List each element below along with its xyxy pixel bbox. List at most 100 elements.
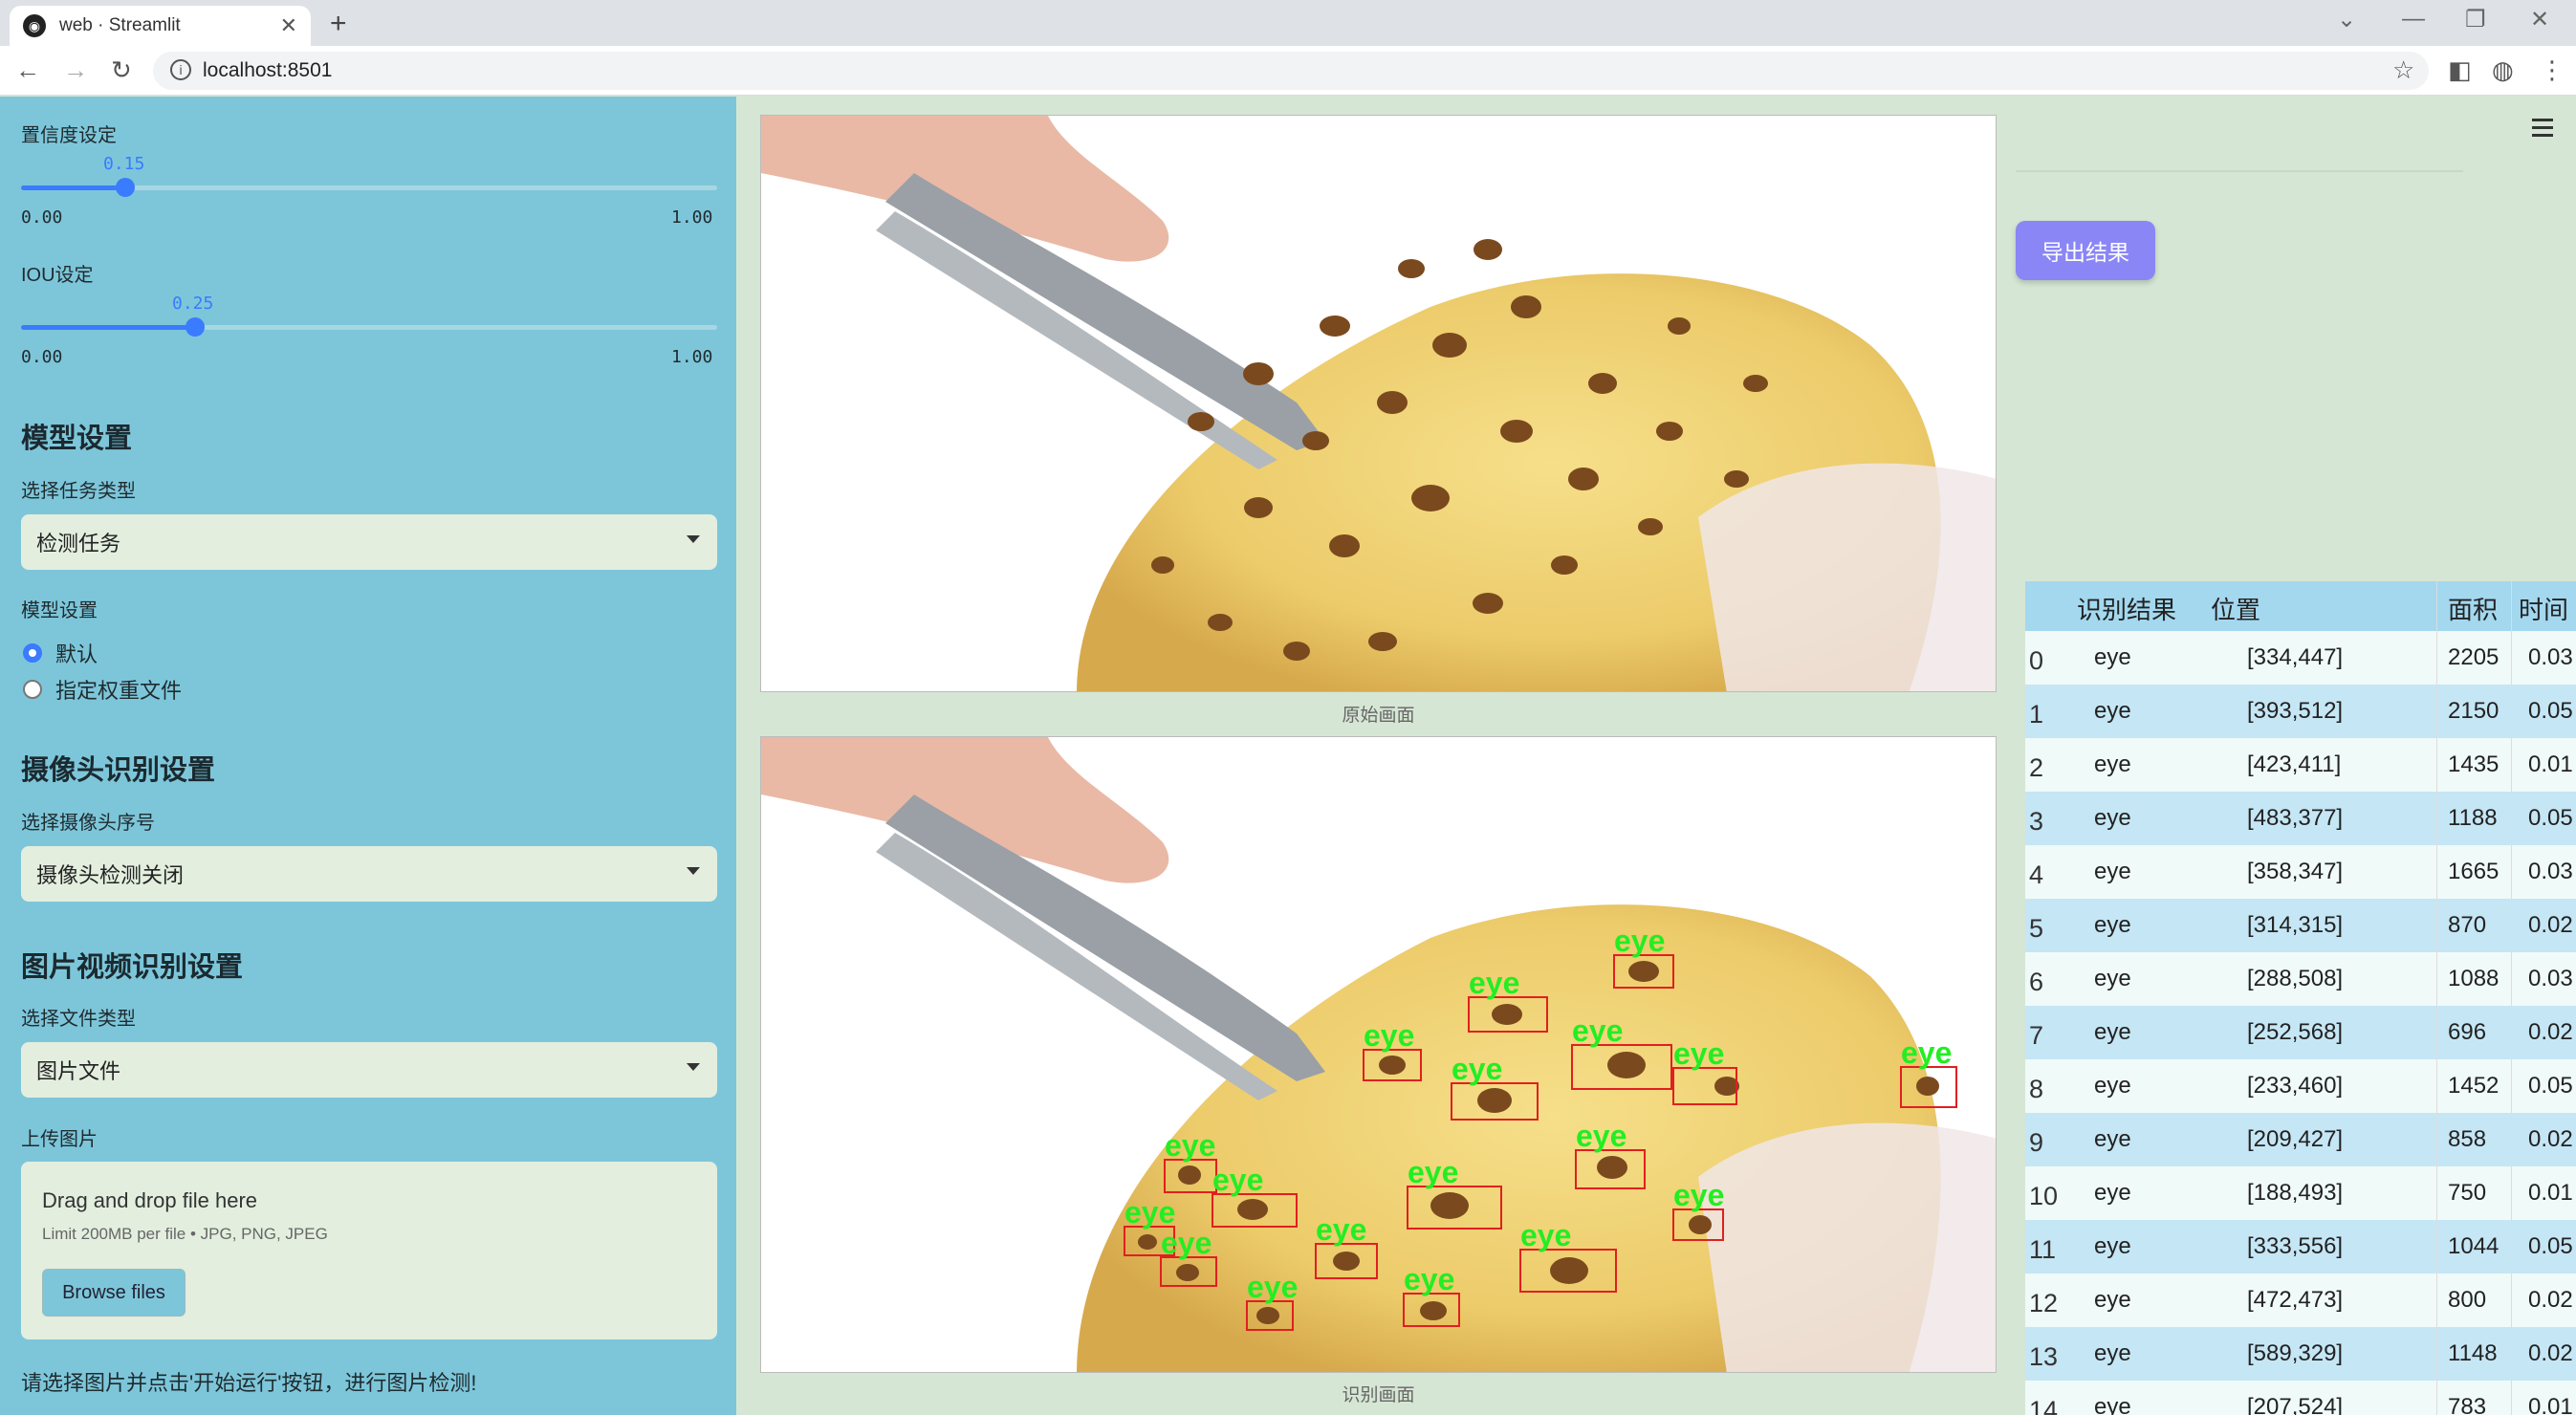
radio-default-label: 默认 — [55, 642, 98, 666]
divider — [2016, 170, 2463, 172]
pineapple-detection-picture: eye eye eye eye eye eye eye eye eye eye … — [761, 737, 1996, 1372]
cell-result: eye — [2094, 1394, 2131, 1415]
radio-default[interactable]: 默认 — [23, 638, 98, 668]
chevron-down-icon — [687, 1063, 700, 1071]
instruction-hint: 请选择图片并点击'开始运行'按钮，进行图片检测! — [21, 1371, 477, 1395]
svg-text:eye: eye — [1165, 1128, 1215, 1163]
svg-text:eye: eye — [1673, 1178, 1724, 1212]
row-index: 12 — [2029, 1289, 2059, 1317]
cell-result: eye — [2094, 751, 2131, 777]
confidence-slider-fill — [21, 185, 125, 190]
iou-min: 0.00 — [21, 347, 63, 367]
confidence-label: 置信度设定 — [21, 125, 117, 146]
svg-text:eye: eye — [1576, 1119, 1626, 1153]
table-row[interactable]: 11 eye [333,556] 1044 0.05 — [2025, 1220, 2576, 1274]
table-row[interactable]: 10 eye [188,493] 750 0.01 — [2025, 1166, 2576, 1220]
table-row[interactable]: 1 eye [393,512] 2150 0.05 — [2025, 685, 2576, 738]
reload-icon[interactable]: ↻ — [111, 55, 132, 85]
cell-area: 1088 — [2448, 966, 2500, 991]
file-uploader-dropzone[interactable]: Drag and drop file here Limit 200MB per … — [21, 1162, 717, 1339]
url-text: localhost:8501 — [203, 59, 333, 81]
browse-files-button[interactable]: Browse files — [42, 1269, 186, 1317]
cell-position: [393,512] — [2247, 698, 2344, 724]
table-row[interactable]: 5 eye [314,315] 870 0.02 — [2025, 899, 2576, 952]
confidence-max: 1.00 — [671, 207, 713, 228]
table-row[interactable]: 8 eye [233,460] 1452 0.05 — [2025, 1059, 2576, 1113]
task-type-select[interactable]: 检测任务 — [21, 514, 717, 570]
cell-time: 0.02 — [2528, 1019, 2573, 1045]
cell-time: 0.01 — [2528, 751, 2573, 777]
streamlit-favicon-icon: ◉ — [23, 14, 46, 37]
table-row[interactable]: 4 eye [358,347] 1665 0.03 — [2025, 845, 2576, 899]
table-row[interactable]: 13 eye [589,329] 1148 0.02 — [2025, 1327, 2576, 1381]
cell-time: 0.02 — [2528, 1126, 2573, 1152]
svg-text:eye: eye — [1124, 1195, 1175, 1230]
cell-area: 1452 — [2448, 1073, 2500, 1099]
table-row[interactable]: 3 eye [483,377] 1188 0.05 — [2025, 792, 2576, 845]
confidence-slider[interactable] — [21, 178, 717, 197]
cell-position: [288,508] — [2247, 966, 2344, 991]
side-panel-icon[interactable]: ◧ — [2448, 55, 2472, 85]
file-type-select[interactable]: 图片文件 — [21, 1042, 717, 1098]
media-settings-heading: 图片视频识别设置 — [21, 952, 244, 983]
table-row[interactable]: 14 eye [207,524] 783 0.01 — [2025, 1381, 2576, 1415]
table-row[interactable]: 9 eye [209,427] 858 0.02 — [2025, 1113, 2576, 1166]
restore-icon[interactable]: ❐ — [2465, 6, 2486, 33]
cell-time: 0.05 — [2528, 1073, 2573, 1099]
table-row[interactable]: 12 eye [472,473] 800 0.02 — [2025, 1274, 2576, 1327]
window-close-icon[interactable]: ✕ — [2530, 6, 2549, 33]
cell-position: [483,377] — [2247, 805, 2344, 831]
iou-max: 1.00 — [671, 347, 713, 367]
minimize-icon[interactable]: — — [2402, 6, 2425, 33]
iou-slider-thumb[interactable] — [186, 317, 205, 337]
cell-position: [358,347] — [2247, 859, 2344, 884]
original-image — [760, 115, 1997, 692]
confidence-slider-thumb[interactable] — [116, 178, 135, 197]
cell-result: eye — [2094, 1287, 2131, 1313]
task-type-value: 检测任务 — [36, 532, 121, 555]
url-field[interactable]: i localhost:8501 — [153, 52, 2429, 90]
svg-text:eye: eye — [1469, 966, 1519, 1000]
row-index: 4 — [2029, 860, 2044, 889]
row-index: 6 — [2029, 968, 2044, 996]
cell-time: 0.02 — [2528, 1287, 2573, 1313]
back-icon[interactable]: ← — [15, 55, 40, 85]
tab-close-icon[interactable]: ✕ — [280, 13, 297, 38]
file-type-value: 图片文件 — [36, 1059, 121, 1083]
table-row[interactable]: 7 eye [252,568] 696 0.02 — [2025, 1006, 2576, 1059]
cell-position: [207,524] — [2247, 1394, 2344, 1415]
row-index: 2 — [2029, 753, 2044, 782]
forward-icon[interactable]: → — [63, 55, 88, 85]
tab-search-chevron-icon[interactable]: ⌄ — [2337, 6, 2356, 33]
site-info-icon[interactable]: i — [170, 59, 191, 80]
bookmark-star-icon[interactable]: ☆ — [2392, 55, 2414, 85]
svg-text:eye: eye — [1161, 1226, 1212, 1260]
camera-index-select[interactable]: 摄像头检测关闭 — [21, 846, 717, 902]
table-row[interactable]: 6 eye [288,508] 1088 0.03 — [2025, 952, 2576, 1006]
cell-time: 0.05 — [2528, 805, 2573, 831]
new-tab-icon[interactable]: + — [330, 8, 347, 40]
cell-time: 0.01 — [2528, 1180, 2573, 1206]
table-row[interactable]: 2 eye [423,411] 1435 0.01 — [2025, 738, 2576, 792]
cell-time: 0.05 — [2528, 698, 2573, 724]
cell-area: 696 — [2448, 1019, 2487, 1045]
export-results-button[interactable]: 导出结果 — [2016, 221, 2155, 280]
browser-tab[interactable]: ◉ web · Streamlit ✕ — [10, 6, 311, 46]
app-menu-icon[interactable] — [2532, 119, 2553, 142]
cell-area: 800 — [2448, 1287, 2487, 1313]
browser-menu-icon[interactable]: ⋮ — [2540, 55, 2565, 85]
cell-result: eye — [2094, 1073, 2131, 1099]
profile-avatar-icon[interactable]: ◍ — [2492, 55, 2514, 85]
cell-position: [333,556] — [2247, 1233, 2344, 1259]
cell-result: eye — [2094, 966, 2131, 991]
cell-position: [472,473] — [2247, 1287, 2344, 1313]
file-type-label: 选择文件类型 — [21, 1009, 136, 1030]
header-time: 时间 — [2519, 596, 2569, 624]
iou-slider[interactable] — [21, 317, 717, 337]
radio-custom-weights[interactable]: 指定权重文件 — [23, 674, 182, 705]
table-row[interactable]: 0 eye [334,447] 2205 0.03 — [2025, 631, 2576, 685]
cell-time: 0.03 — [2528, 966, 2573, 991]
row-index: 0 — [2029, 646, 2044, 675]
svg-text:eye: eye — [1614, 924, 1665, 958]
cell-area: 1435 — [2448, 751, 2500, 777]
